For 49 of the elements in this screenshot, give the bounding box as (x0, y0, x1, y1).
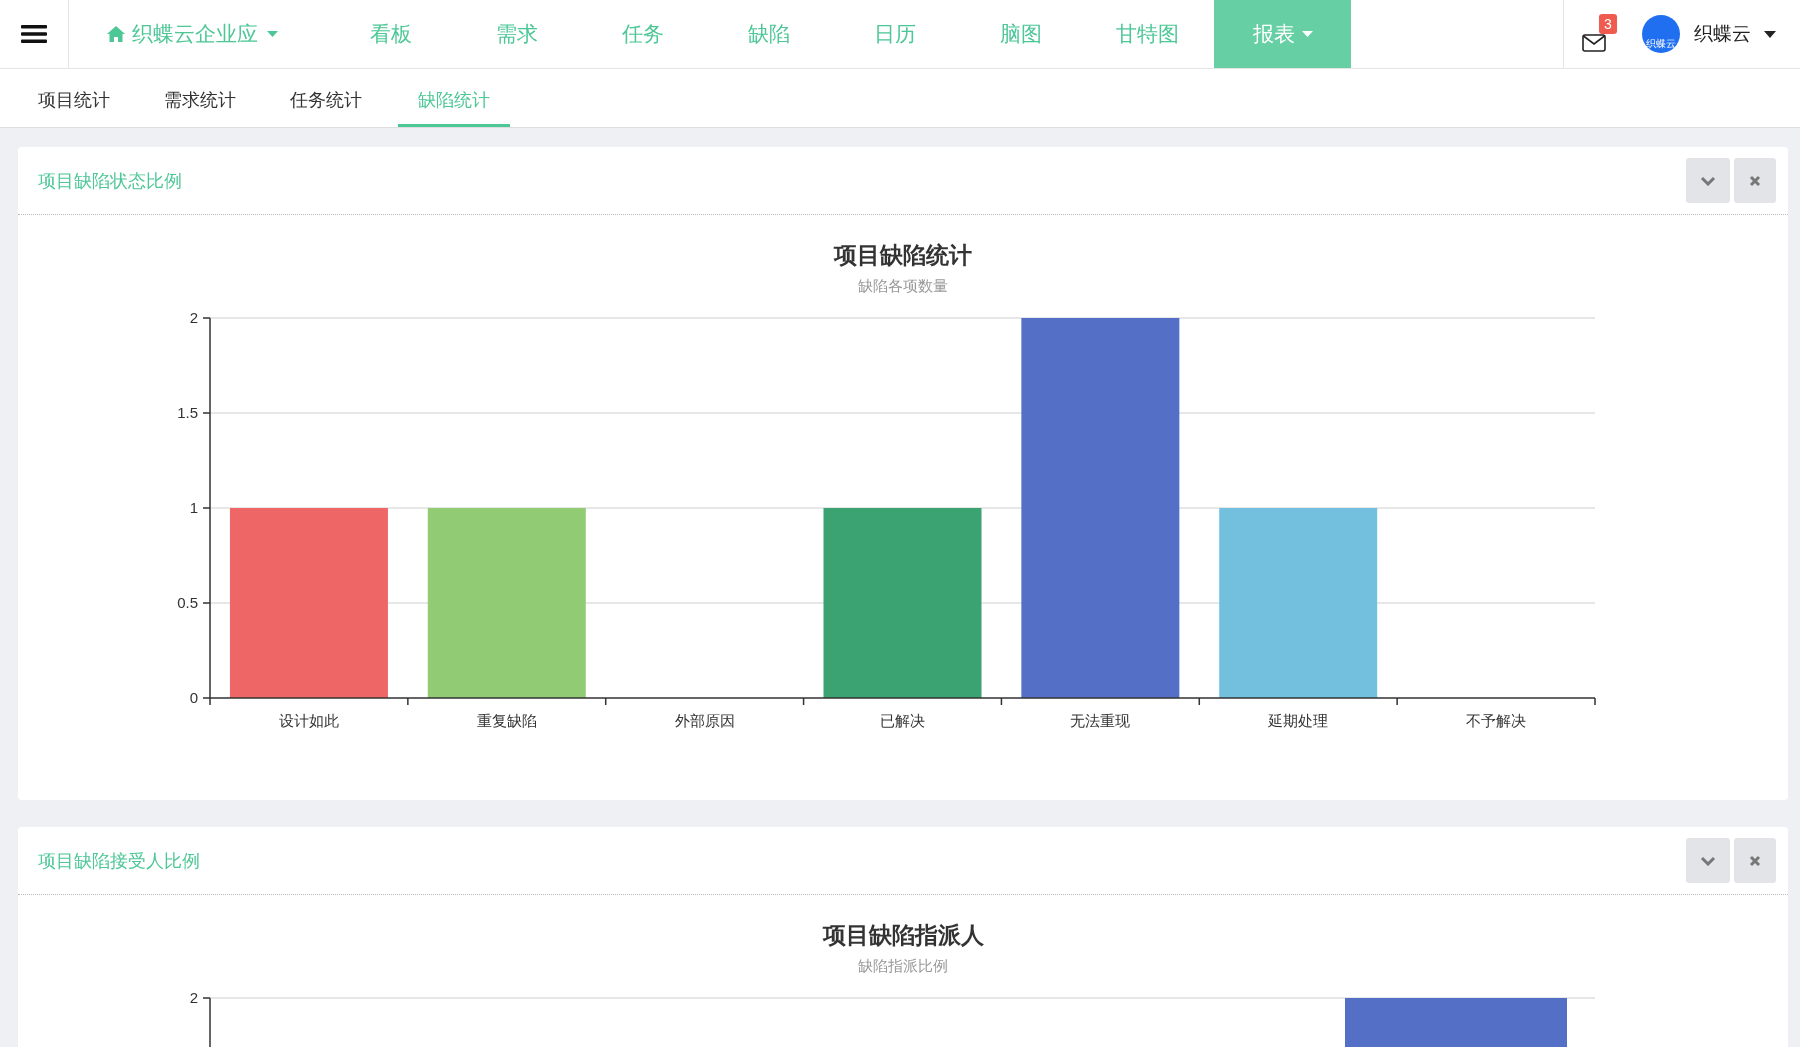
nav-tab[interactable]: 甘特图 (1084, 0, 1210, 68)
panel-title: 项目缺陷状态比例 (38, 169, 182, 193)
y-tick-label: 2 (189, 990, 198, 1006)
category-label: 延期处理 (1268, 712, 1329, 729)
report-tab[interactable]: 任务统计 (272, 69, 380, 127)
nav-tab[interactable]: 任务 (580, 0, 706, 68)
category-label: 设计如此 (278, 712, 339, 729)
y-tick-label: 1.5 (177, 404, 198, 421)
y-tick-label: 2 (189, 310, 198, 326)
chart-subtitle: 缺陷指派比例 (858, 956, 948, 976)
category-label: 重复缺陷 (476, 712, 537, 729)
category-label: 已解决 (880, 712, 925, 729)
category-label: 无法重现 (1070, 712, 1131, 729)
chart-subtitle: 缺陷各项数量 (858, 276, 948, 296)
category-label: 外部原因 (674, 712, 735, 729)
y-tick-label: 1 (189, 499, 198, 516)
caret-icon (267, 31, 278, 37)
nav-tab[interactable]: 需求 (454, 0, 580, 68)
app-switcher[interactable]: 织蝶云企业应 (69, 0, 328, 68)
close-button[interactable] (1734, 158, 1776, 203)
nav-tab[interactable]: 看板 (328, 0, 454, 68)
envelope-icon[interactable] (1582, 34, 1606, 52)
chevron-down-icon (1700, 175, 1716, 186)
report-tab[interactable]: 项目统计 (20, 69, 128, 127)
close-icon (1749, 174, 1761, 187)
avatar-logo[interactable]: 织蝶云 (1642, 15, 1680, 53)
notification-badge: 3 (1599, 14, 1617, 34)
home-icon (107, 26, 125, 42)
nav-tab[interactable]: 缺陷 (706, 0, 832, 68)
nav-tab[interactable]: 脑图 (958, 0, 1084, 68)
chart-title: 项目缺陷指派人 (822, 921, 984, 950)
chart-title: 项目缺陷统计 (834, 241, 972, 270)
y-tick-label: 0 (189, 689, 198, 706)
y-tick-label: 0.5 (177, 594, 198, 611)
menu-icon[interactable] (21, 24, 47, 44)
report-tab[interactable]: 需求统计 (146, 69, 254, 127)
report-tab[interactable]: 缺陷统计 (398, 69, 510, 127)
caret-icon[interactable] (1764, 30, 1776, 38)
nav-tab[interactable]: 报表 (1214, 0, 1351, 68)
nav-tab[interactable]: 日历 (832, 0, 958, 68)
panel-title: 项目缺陷接受人比例 (38, 849, 200, 873)
chevron-down-icon (1700, 855, 1716, 866)
collapse-button[interactable] (1686, 158, 1730, 203)
close-icon (1749, 854, 1761, 867)
collapse-button[interactable] (1686, 838, 1730, 883)
close-button[interactable] (1734, 838, 1776, 883)
category-label: 不予解决 (1466, 712, 1527, 729)
user-name[interactable]: 织蝶云 (1694, 21, 1751, 47)
y-axis (202, 997, 211, 1047)
